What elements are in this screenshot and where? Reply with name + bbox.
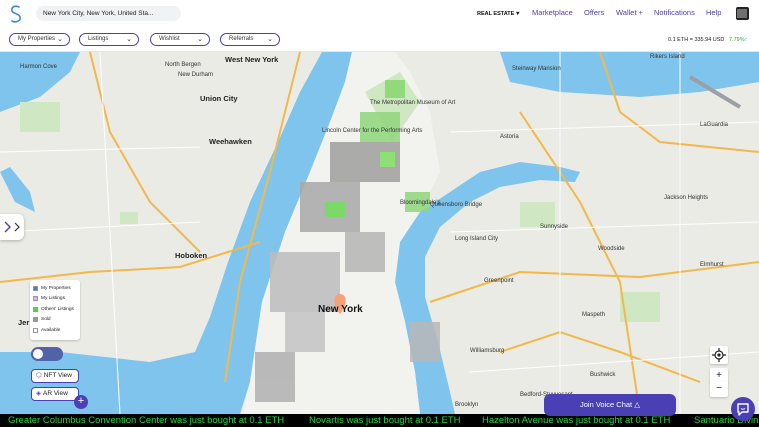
legend-swatch bbox=[33, 327, 38, 333]
chat-bubble-icon bbox=[737, 403, 749, 416]
map-label: Maspeth bbox=[582, 312, 606, 318]
triangle-up-icon: △ bbox=[634, 400, 640, 409]
map-label: New Durham bbox=[178, 72, 214, 78]
nav-real-estate-dropdown[interactable]: REAL ESTATE ▾ bbox=[477, 10, 519, 17]
filter-referrals[interactable]: Referrals ⌄ bbox=[220, 33, 280, 46]
map-canvas[interactable] bbox=[0, 52, 759, 414]
legend-item: My Listings bbox=[33, 294, 77, 305]
eth-change: 7.79% bbox=[729, 37, 745, 43]
legend-item: Others' Listings bbox=[33, 304, 77, 315]
legend-label: Others' Listings bbox=[41, 306, 74, 312]
filter-label: Listings bbox=[88, 36, 109, 42]
chevron-down-icon: ⌄ bbox=[197, 36, 203, 43]
map-label: Harmon Cove bbox=[20, 64, 58, 70]
map-label: Weehawken bbox=[209, 137, 252, 146]
ar-view-button[interactable]: ◈ AR View bbox=[31, 387, 79, 401]
map-legend: My Properties My Listings Others' Listin… bbox=[30, 280, 80, 340]
nav-real-estate-label: REAL ESTATE bbox=[477, 11, 515, 17]
map-label: LaGuardia bbox=[700, 122, 729, 128]
side-panel-toggle[interactable] bbox=[0, 214, 24, 240]
map-label: Jer bbox=[18, 318, 30, 327]
nav-marketplace[interactable]: Marketplace bbox=[532, 8, 573, 17]
chat-support-button[interactable] bbox=[731, 397, 755, 421]
chevron-down-icon: ⌄ bbox=[267, 36, 273, 43]
map-label: The Metropolitan Museum of Art bbox=[370, 100, 456, 106]
map-label: Greenpoint bbox=[484, 278, 514, 284]
ar-icon: ◈ bbox=[36, 390, 41, 397]
map-mode-toggle[interactable] bbox=[31, 347, 63, 361]
toggle-knob bbox=[33, 349, 43, 359]
map-label: Queensboro Bridge bbox=[430, 202, 483, 208]
map-label: Brooklyn bbox=[455, 402, 479, 408]
filter-label: Wishlist bbox=[159, 36, 180, 42]
nav-help[interactable]: Help bbox=[706, 8, 721, 17]
nft-view-label: NFT View bbox=[43, 372, 72, 379]
app-logo-icon[interactable] bbox=[9, 4, 23, 24]
legend-swatch bbox=[33, 306, 38, 312]
map-label-new-york: New York bbox=[318, 304, 363, 315]
map-label: Union City bbox=[200, 94, 238, 103]
legend-label: Available bbox=[41, 327, 61, 333]
map-label: Steinway Mansion bbox=[512, 66, 561, 72]
map-label: West New York bbox=[225, 55, 279, 64]
nav-wallet[interactable]: Wallet + bbox=[616, 8, 643, 17]
legend-label: My Listings bbox=[41, 296, 65, 302]
chevron-down-icon: ⌄ bbox=[57, 36, 63, 43]
legend-label: My Properties bbox=[41, 285, 71, 291]
chevron-right-icon bbox=[4, 221, 20, 233]
nav-notifications[interactable]: Notifications bbox=[654, 8, 695, 17]
map-label: Rikers Island bbox=[650, 54, 685, 60]
voice-chat-label: Join Voice Chat bbox=[580, 400, 633, 409]
add-button[interactable]: + bbox=[74, 395, 88, 409]
ticker-item: Novartis was just bought at 0.1 ETH bbox=[309, 415, 461, 426]
nft-view-button[interactable]: ⬡ NFT View bbox=[31, 369, 79, 383]
legend-swatch bbox=[33, 296, 38, 302]
legend-item: Available bbox=[33, 325, 77, 336]
join-voice-chat-button[interactable]: Join Voice Chat △ bbox=[544, 394, 676, 416]
filter-label: Referrals bbox=[229, 36, 254, 42]
zoom-out-button[interactable]: − bbox=[710, 381, 728, 397]
crosshair-icon bbox=[712, 348, 726, 362]
filter-bar: My Properties ⌄ Listings ⌄ Wishlist ⌄ Refer… bbox=[0, 28, 759, 52]
top-bar: New York City, New York, United Sta... R… bbox=[0, 0, 759, 28]
map-label: Jackson Heights bbox=[664, 195, 709, 201]
map-view[interactable]: West New York Union City Weehawken Hobok… bbox=[0, 52, 759, 414]
map-label: Williamsburg bbox=[470, 348, 505, 354]
legend-swatch bbox=[33, 317, 38, 323]
eth-rate-value: 0.1 ETH = 335.94 USD bbox=[668, 37, 725, 43]
wallet-plus-icon: + bbox=[638, 10, 643, 17]
arrow-up-icon: ↑ bbox=[744, 37, 748, 43]
chevron-down-icon: ▾ bbox=[516, 11, 520, 17]
ticker-item: Greater Columbus Convention Center was j… bbox=[8, 415, 285, 426]
eth-rate: 0.1 ETH = 335.94 USD 7.79%↑ bbox=[668, 37, 747, 43]
ar-view-label: AR View bbox=[43, 390, 68, 397]
filter-wishlist[interactable]: Wishlist ⌄ bbox=[150, 33, 210, 46]
chevron-down-icon: ⌄ bbox=[126, 36, 132, 43]
nav-offers[interactable]: Offers bbox=[584, 8, 604, 17]
map-label: Woodside bbox=[598, 246, 625, 252]
map-label: Bushwick bbox=[590, 372, 616, 378]
map-label: Lincoln Center for the Performing Arts bbox=[322, 128, 423, 134]
map-label: Long Island City bbox=[455, 236, 499, 242]
nav-wallet-label: Wallet bbox=[616, 8, 637, 17]
map-label: Elmhurst bbox=[700, 262, 724, 268]
legend-item: My Properties bbox=[33, 283, 77, 294]
filter-label: My Properties bbox=[18, 36, 56, 42]
map-label: Astoria bbox=[500, 134, 519, 140]
location-search-input[interactable]: New York City, New York, United Sta... bbox=[36, 6, 181, 21]
legend-label: Sold bbox=[41, 317, 51, 323]
nft-icon: ⬡ bbox=[36, 372, 42, 379]
filter-listings[interactable]: Listings ⌄ bbox=[79, 33, 139, 46]
locate-me-button[interactable] bbox=[710, 346, 728, 364]
map-label: Hoboken bbox=[175, 251, 208, 260]
map-label: Sunnyside bbox=[540, 224, 569, 230]
legend-item: Sold bbox=[33, 315, 77, 326]
legend-swatch bbox=[33, 285, 38, 291]
filter-my-properties[interactable]: My Properties ⌄ bbox=[9, 33, 70, 46]
apps-grid-icon[interactable] bbox=[736, 7, 749, 20]
map-label: North Bergen bbox=[165, 62, 201, 68]
